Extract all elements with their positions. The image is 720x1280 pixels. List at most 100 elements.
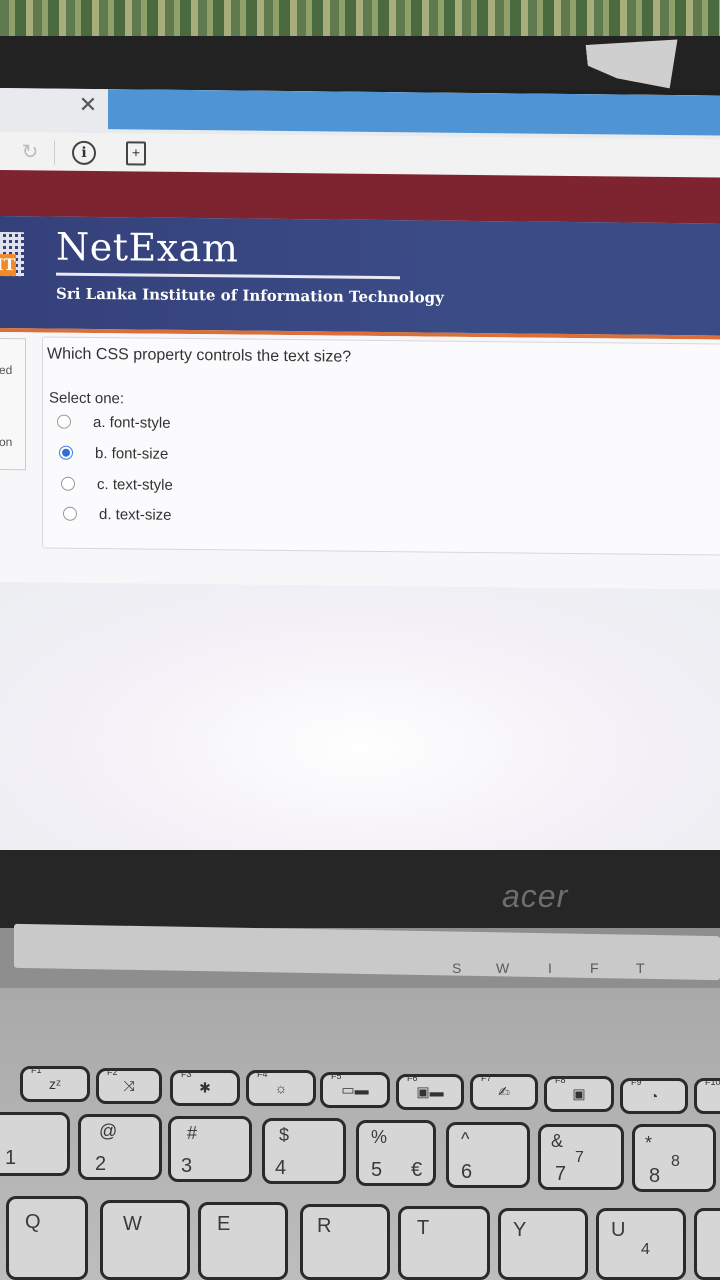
key-6[interactable]: ^ 6 <box>446 1122 530 1188</box>
brightness-down-icon: ✱ <box>199 1079 211 1096</box>
key-fn-label: F6 <box>407 1073 418 1083</box>
question-info-panel: ed on <box>0 337 26 471</box>
laptop-screen: ✕ ↻ i + IT NetExam Sri Lanka Institute o… <box>0 88 720 858</box>
key-f10[interactable]: F10 <box>694 1077 720 1114</box>
key-f8[interactable]: F8 ▣ <box>544 1075 614 1112</box>
page-subtitle: Sri Lanka Institute of Information Techn… <box>56 284 444 307</box>
key-shift-label: * <box>645 1133 653 1153</box>
key-8[interactable]: * 8 8 <box>632 1124 716 1192</box>
radio-button[interactable] <box>63 506 77 521</box>
answer-option-a[interactable]: a. font-style <box>57 410 171 435</box>
key-f3[interactable]: F3 ✱ <box>170 1069 240 1106</box>
keyboard-light-icon: ◔ <box>649 1088 659 1104</box>
key-label: 3 <box>181 1155 193 1177</box>
key-fn-label: F1 <box>31 1065 42 1075</box>
key-r[interactable]: R <box>300 1204 390 1280</box>
page-icon[interactable]: + <box>126 141 146 166</box>
brightness-up-icon: ☼ <box>274 1080 288 1096</box>
key-5[interactable]: % 5 € <box>356 1120 436 1186</box>
numpad-label: 4 <box>641 1241 650 1258</box>
question-status-text: ed <box>0 362 13 378</box>
key-fn-label: F4 <box>257 1069 268 1079</box>
sticker-letter: F <box>590 960 599 976</box>
key-label: 8 <box>649 1165 661 1187</box>
key-fn-label: F5 <box>331 1071 342 1081</box>
airplane-mode-icon: ⤨ <box>123 1077 135 1094</box>
key-w[interactable]: W <box>100 1200 190 1280</box>
screen-off-icon: ▣▬ <box>416 1083 444 1100</box>
key-shift-label: & <box>551 1131 564 1151</box>
screen-glare <box>0 582 720 858</box>
sleep-icon: zᶻ <box>48 1076 62 1092</box>
question-text: Which CSS property controls the text siz… <box>47 345 352 366</box>
key-label: U <box>611 1219 626 1241</box>
page-title: NetExam <box>56 224 239 271</box>
key-7[interactable]: & 7 7 <box>538 1124 624 1190</box>
key-label: 1 <box>5 1147 17 1169</box>
browser-tab-active[interactable] <box>108 89 720 136</box>
key-fn-label: F9 <box>631 1077 642 1087</box>
key-3[interactable]: # 3 <box>168 1116 252 1182</box>
radio-button[interactable] <box>61 476 75 491</box>
quiz-content: ed on Which CSS property controls the te… <box>0 332 720 858</box>
title-divider <box>56 272 400 280</box>
radio-button-selected[interactable] <box>59 445 73 460</box>
key-label: E <box>217 1213 231 1235</box>
sticker-letter: S <box>452 960 462 976</box>
key-2[interactable]: @ 2 <box>78 1114 162 1180</box>
key-y[interactable]: Y <box>498 1208 588 1280</box>
key-fn-label: F3 <box>181 1069 192 1079</box>
brand-logo: acer <box>502 878 569 914</box>
euro-label: € <box>411 1159 423 1181</box>
answer-label: b. font-size <box>95 444 169 463</box>
question-card: Which CSS property controls the text siz… <box>42 336 720 556</box>
key-fn-label: F7 <box>481 1073 492 1083</box>
question-flag-text: on <box>0 434 13 450</box>
touchpad-icon: ✍ <box>498 1083 510 1100</box>
toolbar-divider <box>54 140 55 165</box>
key-f4[interactable]: F4 ☼ <box>246 1069 316 1106</box>
radio-button[interactable] <box>57 414 71 429</box>
key-label: 4 <box>275 1157 287 1179</box>
top-banner-bar <box>0 170 720 224</box>
key-label: W <box>123 1213 142 1235</box>
site-header: IT NetExam Sri Lanka Institute of Inform… <box>0 216 720 340</box>
key-f5[interactable]: F5 ▭▬ <box>320 1071 390 1108</box>
key-label: 7 <box>555 1163 567 1185</box>
key-f2[interactable]: F2 ⤨ <box>96 1067 162 1104</box>
sticker-letter: W <box>496 960 510 976</box>
key-label: R <box>317 1215 332 1237</box>
key-label: Y <box>513 1219 527 1241</box>
key-q[interactable]: Q <box>6 1196 88 1280</box>
key-4[interactable]: $ 4 <box>262 1118 346 1184</box>
key-i[interactable] <box>694 1208 720 1280</box>
key-label: 5 <box>371 1159 383 1181</box>
key-shift-label: $ <box>279 1125 290 1145</box>
mute-icon: ▣ <box>572 1085 586 1102</box>
key-label: Q <box>25 1211 41 1233</box>
key-f1[interactable]: F1 zᶻ <box>20 1065 90 1102</box>
key-u[interactable]: U 4 <box>596 1208 686 1280</box>
answer-option-b[interactable]: b. font-size <box>59 441 168 466</box>
sticker-letter: T <box>636 960 645 976</box>
key-f7[interactable]: F7 ✍ <box>470 1073 538 1110</box>
browser-tab-bar: ✕ <box>0 88 720 140</box>
refresh-icon[interactable]: ↻ <box>18 140 42 164</box>
key-t[interactable]: T <box>398 1206 490 1280</box>
key-shift-label: ^ <box>461 1129 470 1149</box>
info-icon[interactable]: i <box>72 140 96 166</box>
key-shift-label: % <box>371 1127 388 1147</box>
answer-option-d[interactable]: d. text-size <box>63 502 172 527</box>
key-label: 6 <box>461 1161 473 1183</box>
display-toggle-icon: ▭▬ <box>341 1081 369 1098</box>
key-f9[interactable]: F9 ◔ <box>620 1077 688 1114</box>
key-f6[interactable]: F6 ▣▬ <box>396 1073 464 1110</box>
close-icon[interactable]: ✕ <box>76 92 100 117</box>
key-label: T <box>417 1217 430 1239</box>
key-1[interactable]: 1 <box>0 1112 70 1176</box>
key-e[interactable]: E <box>198 1202 288 1280</box>
answer-option-c[interactable]: c. text-style <box>61 472 173 497</box>
answer-label: a. font-style <box>93 413 171 432</box>
key-fn-label: F10 <box>705 1077 720 1087</box>
sticker-letter: I <box>548 960 552 976</box>
